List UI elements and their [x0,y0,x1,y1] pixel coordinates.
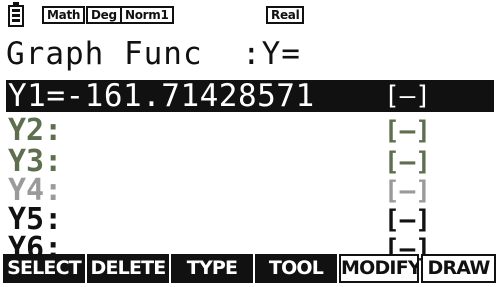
function-key-bar: SELECT DELETE TYPE TOOL MODIFY DRAW [3,254,496,285]
math-mode-badge: Math [42,6,86,24]
battery-icon [8,2,24,27]
status-bar: Math Deg Norm1 Real [0,0,499,36]
line-style-indicator[interactable]: [—] [384,80,431,112]
screen-title: Graph Func :Y= [6,36,301,72]
function-label: Y1=-161.71428571 [8,78,315,114]
angle-mode-badge: Deg [86,6,122,24]
function-label: Y2: [8,113,63,148]
calculator-screen: Math Deg Norm1 Real Graph Func :Y= Y1=-1… [0,0,499,287]
function-row-y1[interactable]: Y1=-161.71428571 [—] [6,80,494,112]
fkey-modify-button[interactable]: MODIFY [339,254,419,283]
display-mode-badge: Norm1 [120,6,174,24]
fkey-select-button[interactable]: SELECT [3,254,85,283]
fkey-draw-button[interactable]: DRAW [421,254,496,283]
fkey-type-button[interactable]: TYPE [171,254,253,283]
fkey-tool-button[interactable]: TOOL [255,254,337,283]
complex-mode-badge: Real [266,6,305,24]
line-style-indicator[interactable]: [—] [384,114,431,148]
fkey-delete-button[interactable]: DELETE [87,254,169,283]
function-row-y2[interactable]: Y2: [—] [6,114,494,148]
